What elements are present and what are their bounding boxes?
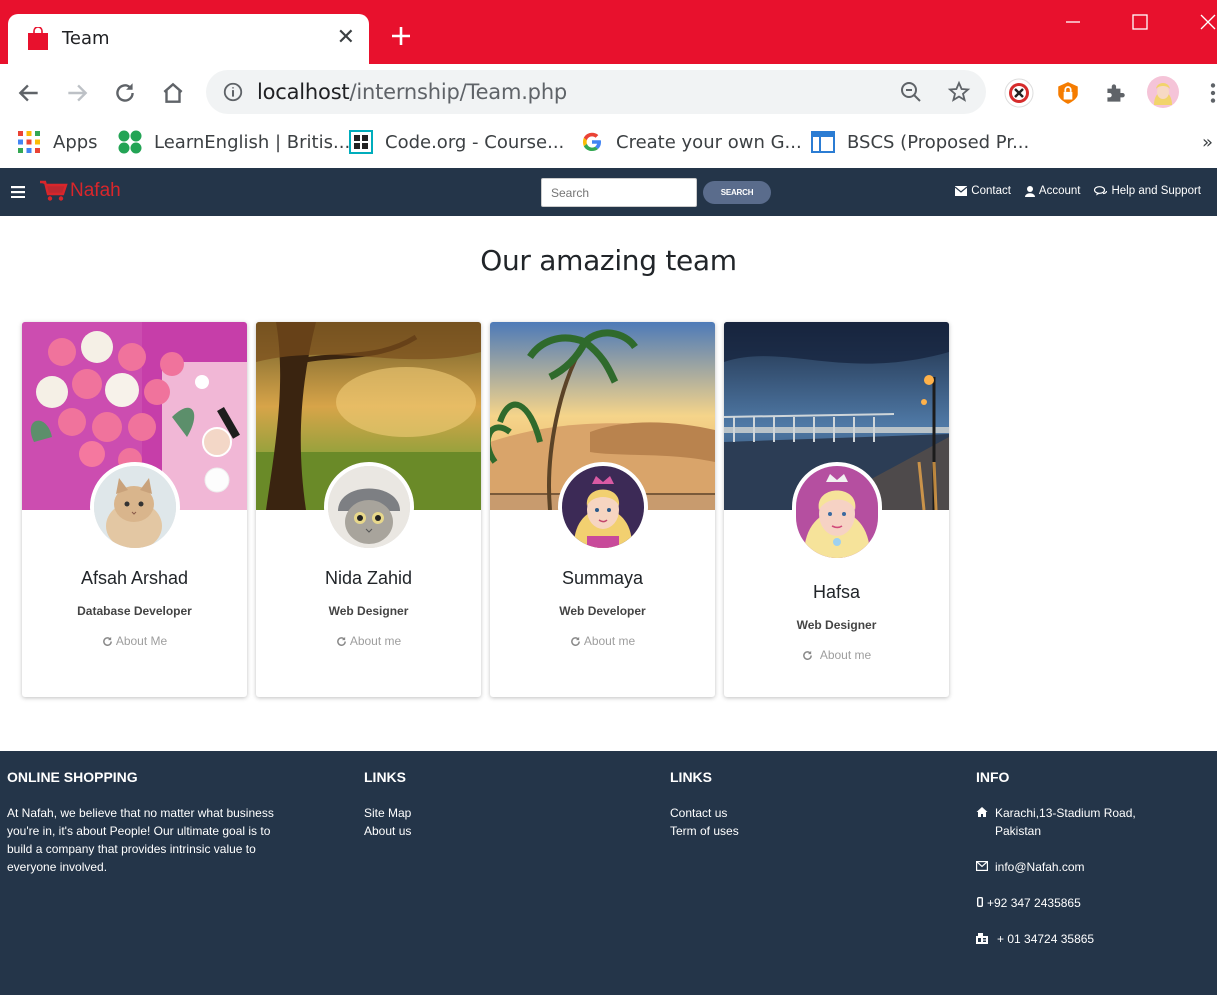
refresh-icon [102,636,112,646]
footer-about: ONLINE SHOPPING At Nafah, we believe tha… [7,769,277,876]
codeorg-icon [349,130,373,154]
page-heading: Our amazing team [480,244,737,277]
site-map-link[interactable]: Site Map [364,804,411,822]
logo-text: Nafah [70,180,121,201]
nav-links: Contact Account Help and Support [955,185,1201,197]
tab-title: Team [62,28,110,49]
bookmark-apps[interactable]: Apps [17,128,98,156]
help-link[interactable]: Help and Support [1094,185,1201,197]
team-card: Afsah Arshad Database Developer About Me [22,322,247,697]
site-logo[interactable]: Nafah [40,180,121,202]
extensions-puzzle-icon[interactable] [1102,80,1128,106]
about-link[interactable]: About me [724,648,949,662]
maximize-icon[interactable] [1128,10,1152,34]
home-icon [976,807,988,817]
tab-close-icon[interactable]: ✕ [337,27,355,49]
member-role: Web Designer [328,604,409,618]
minimize-icon[interactable] [1060,10,1084,34]
member-name: Nida Zahid [324,568,413,588]
footer-links-1: LINKS Site Map About us [364,769,411,840]
footer-heading: LINKS [670,769,712,785]
hamburger-menu-icon[interactable] [11,186,25,198]
member-role: Web Developer [559,604,646,618]
footer-address: Karachi,13-Stadium Road, Pakistan [976,804,1176,840]
browser-toolbar: localhost/internship/Team.php [0,64,1217,120]
member-avatar [324,462,414,552]
info-icon[interactable] [222,81,244,103]
about-link[interactable]: About Me [22,634,247,648]
bookmark-codeorg[interactable]: Code.org - Course... [349,128,564,156]
back-icon[interactable] [16,80,42,106]
footer-heading: INFO [976,769,1010,785]
contact-us-link[interactable]: Contact us [670,804,739,822]
member-name: Hafsa [812,582,861,602]
bookmark-star-icon[interactable] [947,80,971,104]
browser-tab[interactable]: Team ✕ [8,14,369,64]
footer-info: INFO Karachi,13-Stadium Road, Pakistan i… [976,769,1176,966]
member-avatar [792,462,882,562]
address-bar[interactable]: localhost/internship/Team.php [206,70,986,114]
comments-icon [1094,186,1108,196]
google-icon [583,132,601,151]
about-link[interactable]: About me [256,634,481,648]
close-window-icon[interactable] [1196,10,1217,34]
footer-fax: + 01 34724 35865 [976,930,1176,948]
bookmark-google[interactable]: Create your own G... [580,128,802,156]
team-card: Nida Zahid Web Designer About me [256,322,481,697]
more-bookmarks-icon[interactable]: » [1202,128,1213,156]
member-name: Summaya [561,568,644,588]
zoom-out-icon[interactable] [899,80,923,104]
adblock-extension-icon[interactable] [1003,77,1035,109]
terms-link[interactable]: Term of uses [670,822,739,840]
bookmarks-bar: Apps LearnEnglish | Britis... Code.org -… [0,120,1217,168]
forward-icon[interactable] [64,80,90,106]
refresh-icon [802,650,812,660]
member-role: Database Developer [77,604,192,618]
envelope-icon [955,186,968,196]
footer-heading: ONLINE SHOPPING [7,769,138,785]
contact-link[interactable]: Contact [955,185,1011,197]
refresh-icon [570,636,580,646]
about-us-link[interactable]: About us [364,822,411,840]
footer-phone: +92 347 2435865 [976,894,1176,912]
home-icon[interactable] [160,80,186,106]
team-card: Hafsa Web Designer About me [724,322,949,697]
about-link[interactable]: About me [490,634,715,648]
shopping-cart-icon [40,180,68,201]
bookmark-bscs[interactable]: BSCS (Proposed Pr... [811,128,1029,156]
learnenglish-icon [118,130,142,154]
site-navbar: Nafah SEARCH Contact Account Help and Su… [0,168,1217,216]
member-avatar [558,462,648,552]
site-footer: ONLINE SHOPPING At Nafah, we believe tha… [0,751,1217,995]
footer-links-2: LINKS Contact us Term of uses [670,769,739,840]
account-link[interactable]: Account [1024,185,1080,197]
member-avatar [90,462,180,552]
reload-icon[interactable] [112,80,138,106]
shopping-bag-icon [28,27,48,50]
team-card: Summaya Web Developer About me [490,322,715,697]
refresh-icon [336,636,346,646]
doc-icon [811,131,835,153]
member-name: Afsah Arshad [80,568,189,588]
footer-heading: LINKS [364,769,406,785]
apps-grid-icon [18,131,40,153]
mobile-icon [977,897,983,907]
search-input[interactable] [541,178,697,207]
chrome-menu-icon[interactable] [1200,80,1217,106]
fax-icon [976,933,988,944]
footer-about-text: At Nafah, we believe that no matter what… [7,806,274,874]
search-button[interactable]: SEARCH [703,181,771,204]
lock-extension-icon[interactable] [1055,80,1081,106]
profile-avatar-icon[interactable] [1146,75,1180,109]
bookmark-learnenglish[interactable]: LearnEnglish | Britis... [118,128,350,156]
envelope-icon [976,861,988,871]
user-icon [1024,185,1035,197]
footer-email: info@Nafah.com [976,858,1176,876]
member-role: Web Designer [796,618,877,632]
new-tab-icon[interactable] [389,24,413,48]
browser-tab-strip: Team ✕ [0,0,1217,64]
url-text[interactable]: localhost/internship/Team.php [257,80,567,104]
